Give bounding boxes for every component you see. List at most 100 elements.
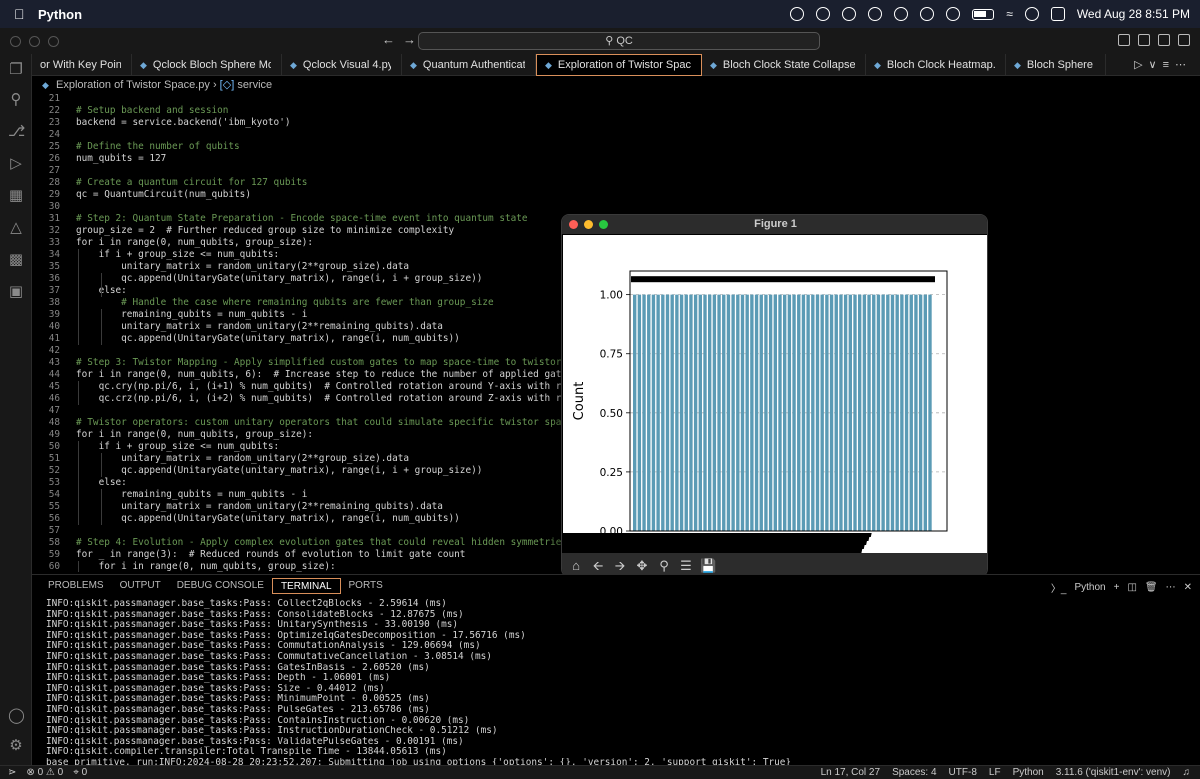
search-icon[interactable] <box>1024 7 1039 21</box>
code-line[interactable]: 26 num_qubits = 127 <box>32 153 1192 165</box>
python-interpreter[interactable]: 3.11.6 ('qiskit1-env': venv) <box>1056 766 1171 779</box>
split-terminal-icon[interactable]: ◫ <box>1127 582 1136 593</box>
code-line[interactable]: 21 <box>32 93 1192 105</box>
bar <box>783 294 787 531</box>
toggle-secondary-sidebar-icon[interactable] <box>1158 34 1170 46</box>
explorer-icon[interactable]: ❐ <box>8 62 24 78</box>
cursor-position[interactable]: Ln 17, Col 27 <box>821 766 881 779</box>
close-window-button[interactable] <box>10 35 21 47</box>
python-file-icon: ◆ <box>290 60 297 70</box>
zoom-icon[interactable]: ⚲ <box>656 558 672 574</box>
code-line[interactable]: 30 <box>32 201 1192 213</box>
new-terminal-icon[interactable]: + <box>1114 582 1120 593</box>
terminal-line: INFO:qiskit.passmanager.base_tasks:Pass:… <box>46 620 459 631</box>
tab-8[interactable]: ◆ Bloch Sphere Quan <box>1006 54 1106 76</box>
tab-6[interactable]: ◆ Bloch Clock State Collapse.py <box>702 54 866 76</box>
save-icon[interactable]: 💾 <box>700 558 716 574</box>
status-icon-4[interactable] <box>868 7 883 21</box>
forward-icon[interactable]: 🡪 <box>612 558 628 574</box>
code-line[interactable]: 22 # Setup backend and session <box>32 105 1192 117</box>
kill-terminal-icon[interactable]: 🗑 <box>1145 582 1158 593</box>
clock-text[interactable]: Wed Aug 28 8:51 PM <box>1077 7 1190 21</box>
apple-icon[interactable]:  <box>14 6 28 22</box>
customize-layout-icon[interactable] <box>1178 34 1190 46</box>
notifications-icon[interactable]: ♫ <box>1183 766 1191 779</box>
tab-7[interactable]: ◆ Bloch Clock Heatmap.py <box>866 54 1006 76</box>
figure-close-button[interactable] <box>569 220 578 229</box>
tab-3[interactable]: ◆ Qclock Visual 4.py <box>282 54 402 76</box>
terminal-output[interactable]: INFO:qiskit.passmanager.base_tasks:Pass:… <box>46 599 1186 778</box>
bar <box>670 294 674 531</box>
figure-minimize-button[interactable] <box>584 220 593 229</box>
code-line[interactable]: 25 # Define the number of qubits <box>32 141 1192 153</box>
testing-icon[interactable]: △ <box>8 220 24 236</box>
code-line[interactable]: 24 <box>32 129 1192 141</box>
tab-2[interactable]: ◆ Qclock Bloch Sphere Movie.py <box>132 54 282 76</box>
maximize-window-button[interactable] <box>48 35 59 47</box>
extensions-icon[interactable]: ▦ <box>8 188 24 204</box>
problems-indicator[interactable]: ⊗ 0 ⚠ 0 <box>26 766 63 779</box>
bar <box>689 294 693 531</box>
search-icon: ⚲ <box>605 35 614 47</box>
home-icon[interactable]: ⌂ <box>568 558 584 574</box>
code-line[interactable]: 29 qc = QuantumCircuit(num_qubits) <box>32 189 1192 201</box>
terminal-line: INFO:qiskit.passmanager.base_tasks:Pass:… <box>46 630 526 641</box>
bar <box>773 294 777 531</box>
close-panel-icon[interactable]: ✕ <box>1184 582 1192 593</box>
end-of-line[interactable]: LF <box>989 766 1001 779</box>
moon-icon[interactable] <box>946 7 961 21</box>
remote-explorer-icon[interactable]: ▣ <box>8 284 24 300</box>
command-center-search[interactable]: ⚲ QC <box>418 32 820 50</box>
y-tick-label: 1.00 <box>600 290 623 302</box>
back-arrow-icon[interactable]: ← <box>382 32 403 47</box>
back-icon[interactable]: 🡨 <box>590 558 606 574</box>
pan-icon[interactable]: ✥ <box>634 558 650 574</box>
panel-tab-debug-console[interactable]: DEBUG CONSOLE <box>169 578 272 594</box>
tab-5[interactable]: ◆ Exploration of Twistor Space.py <box>536 54 702 76</box>
tab-4[interactable]: ◆ Quantum Authenticator.py <box>402 54 536 76</box>
code-line[interactable]: 23 backend = service.backend('ibm_kyoto') <box>32 117 1192 129</box>
play-icon[interactable] <box>920 7 935 21</box>
code-text: qc.append(UnitaryGate(unitary_matrix), r… <box>76 465 483 476</box>
toggle-panel-icon[interactable] <box>1138 34 1150 46</box>
status-icon-2[interactable] <box>816 7 831 21</box>
code-line[interactable]: 28 # Create a quantum circuit for 127 qub… <box>32 177 1192 189</box>
settings-gear-icon[interactable]: ⚙ <box>8 738 24 754</box>
matplotlib-figure-window[interactable]: Figure 1 0.00 0.25 0.50 0.75 1.00 Count ⌂ 🡨 🡪… <box>561 214 988 577</box>
panel-tab-problems[interactable]: PROBLEMS <box>40 578 112 594</box>
indentation[interactable]: Spaces: 4 <box>892 766 936 779</box>
breadcrumb-symbol[interactable]: service <box>237 79 272 91</box>
panel-tab-terminal[interactable]: TERMINAL <box>271 578 341 594</box>
control-center-icon[interactable] <box>1050 7 1065 21</box>
status-icon-3[interactable] <box>842 7 857 21</box>
code-line[interactable]: 27 <box>32 165 1192 177</box>
python-file-icon: ◆ <box>140 60 147 70</box>
docker-icon[interactable]: ▩ <box>8 252 24 268</box>
more-actions-icon[interactable]: ⋯ <box>1166 582 1176 593</box>
search-icon[interactable]: ⚲ <box>8 92 24 108</box>
status-icon-1[interactable] <box>790 7 805 21</box>
status-icon-5[interactable] <box>894 7 909 21</box>
minimize-window-button[interactable] <box>29 35 40 47</box>
accounts-icon[interactable]: ◯ <box>8 708 25 724</box>
tab-label: Qclock Bloch Sphere Movie.py <box>152 59 271 71</box>
figure-canvas[interactable]: 0.00 0.25 0.50 0.75 1.00 Count <box>562 235 987 557</box>
terminal-shell-label[interactable]: Python <box>1074 582 1105 593</box>
panel-tab-output[interactable]: OUTPUT <box>112 578 169 594</box>
ports-indicator[interactable]: ⌖ 0 <box>73 766 87 779</box>
panel-tab-ports[interactable]: PORTS <box>341 578 391 594</box>
remote-indicator-icon[interactable]: ⋗ <box>8 766 16 779</box>
editor-actions[interactable]: ▷∨≡⋯ <box>1134 58 1192 71</box>
source-control-icon[interactable]: ⎇ <box>8 124 25 140</box>
wifi-icon[interactable]: ≈ <box>1006 7 1013 21</box>
configure-subplots-icon[interactable]: ☰ <box>678 558 694 574</box>
figure-maximize-button[interactable] <box>599 220 608 229</box>
tab-1[interactable]: or With Key Points.py <box>32 54 132 76</box>
app-name[interactable]: Python <box>38 7 82 22</box>
encoding[interactable]: UTF-8 <box>949 766 977 779</box>
battery-icon[interactable] <box>972 8 995 20</box>
toggle-sidebar-icon[interactable] <box>1118 34 1130 46</box>
run-debug-icon[interactable]: ▷ <box>8 156 24 172</box>
language-mode[interactable]: Python <box>1013 766 1044 779</box>
breadcrumb-file[interactable]: Exploration of Twistor Space.py <box>56 79 210 91</box>
